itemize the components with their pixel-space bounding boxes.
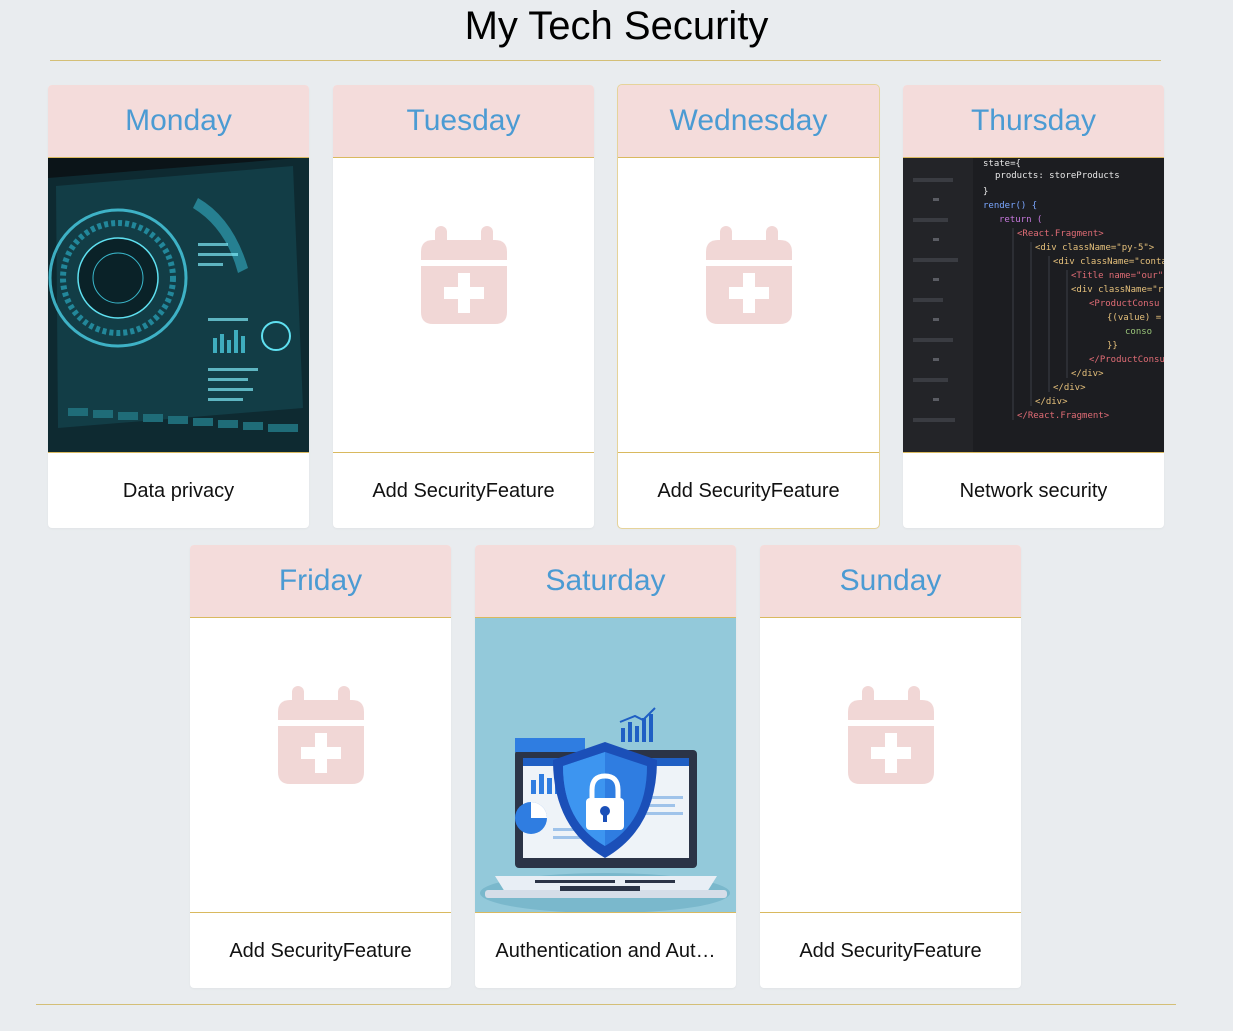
day-card-feature: Add SecurityFeature — [229, 939, 412, 962]
add-feature-area[interactable] — [190, 618, 451, 913]
header-divider — [50, 60, 1161, 61]
svg-text:<Title name="our": <Title name="our" — [1071, 271, 1163, 281]
svg-text:state={: state={ — [983, 159, 1021, 169]
day-card-monday[interactable]: Monday Data privacy — [48, 85, 309, 528]
day-name: Wednesday — [669, 104, 828, 137]
day-card-friday[interactable]: Friday Add SecurityFeature — [190, 545, 451, 988]
day-name: Friday — [278, 564, 363, 597]
svg-text:}}: }} — [1107, 341, 1118, 351]
day-card-feature: Add SecurityFeature — [799, 939, 982, 962]
day-card-feature: Network security — [959, 479, 1108, 502]
svg-text:<div className="conta: <div className="conta — [1053, 257, 1164, 267]
svg-text:products: storeProducts: products: storeProducts — [995, 171, 1120, 181]
day-card-header: Wednesday — [618, 85, 879, 158]
code-editor-image: state={ products: storeProducts } render… — [903, 158, 1164, 453]
day-card-header: Friday — [190, 545, 451, 618]
add-feature-area[interactable] — [760, 618, 1021, 913]
day-card-saturday[interactable]: Saturday Authentication and Aut… — [475, 545, 736, 988]
calendar-plus-icon[interactable] — [420, 226, 507, 324]
calendar-plus-icon[interactable] — [705, 226, 792, 324]
svg-text:return (: return ( — [999, 215, 1042, 225]
day-card-header: Monday — [48, 85, 309, 158]
svg-text:conso: conso — [1125, 327, 1152, 337]
day-card-wednesday[interactable]: Wednesday Add SecurityFeature — [617, 84, 880, 529]
day-card-sunday[interactable]: Sunday Add SecurityFeature — [760, 545, 1021, 988]
add-feature-area[interactable] — [618, 158, 879, 453]
svg-text:{(value) =: {(value) = — [1107, 313, 1162, 323]
day-card-thursday[interactable]: Thursday state={ products: storeProducts… — [903, 85, 1164, 528]
day-name: Tuesday — [406, 104, 521, 137]
svg-text:render() {: render() { — [983, 201, 1037, 211]
day-card-tuesday[interactable]: Tuesday Add SecurityFeature — [333, 85, 594, 528]
svg-text:</div>: </div> — [1071, 369, 1104, 379]
page-title: My Tech Security — [464, 4, 769, 48]
day-name: Thursday — [970, 104, 1097, 137]
svg-text:<React.Fragment>: <React.Fragment> — [1017, 229, 1104, 239]
svg-text:</div>: </div> — [1053, 383, 1086, 393]
day-card-feature: Data privacy — [122, 479, 235, 502]
day-card-feature: Authentication and Aut… — [495, 939, 716, 962]
svg-text:</div>: </div> — [1035, 397, 1068, 407]
week-row-1: Monday Data privacy Tuesday Add Security… — [48, 84, 1164, 529]
svg-text:</React.Fragment>: </React.Fragment> — [1017, 411, 1110, 421]
hud-interface-image — [48, 158, 309, 453]
svg-text:</ProductConsu: </ProductConsu — [1089, 355, 1164, 365]
add-feature-area[interactable] — [333, 158, 594, 453]
day-card-header: Sunday — [760, 545, 1021, 618]
calendar-plus-icon[interactable] — [847, 686, 934, 784]
day-card-header: Tuesday — [333, 85, 594, 158]
day-name: Sunday — [839, 564, 942, 597]
day-name: Saturday — [545, 564, 666, 597]
svg-text:<div className="py-5">: <div className="py-5"> — [1035, 243, 1155, 253]
laptop-shield-image — [475, 618, 736, 913]
day-card-feature: Add SecurityFeature — [372, 479, 555, 502]
week-row-2: Friday Add SecurityFeature Saturday Auth… — [190, 545, 1021, 988]
calendar-plus-icon[interactable] — [277, 686, 364, 784]
day-card-header: Saturday — [475, 545, 736, 618]
day-card-feature: Add SecurityFeature — [657, 479, 840, 502]
day-name: Monday — [125, 104, 232, 137]
svg-text:<div className="r: <div className="r — [1071, 285, 1164, 295]
day-card-header: Thursday — [903, 85, 1164, 158]
svg-text:<ProductConsu: <ProductConsu — [1089, 299, 1159, 309]
svg-text:}: } — [983, 187, 988, 197]
footer-divider — [36, 1004, 1176, 1005]
